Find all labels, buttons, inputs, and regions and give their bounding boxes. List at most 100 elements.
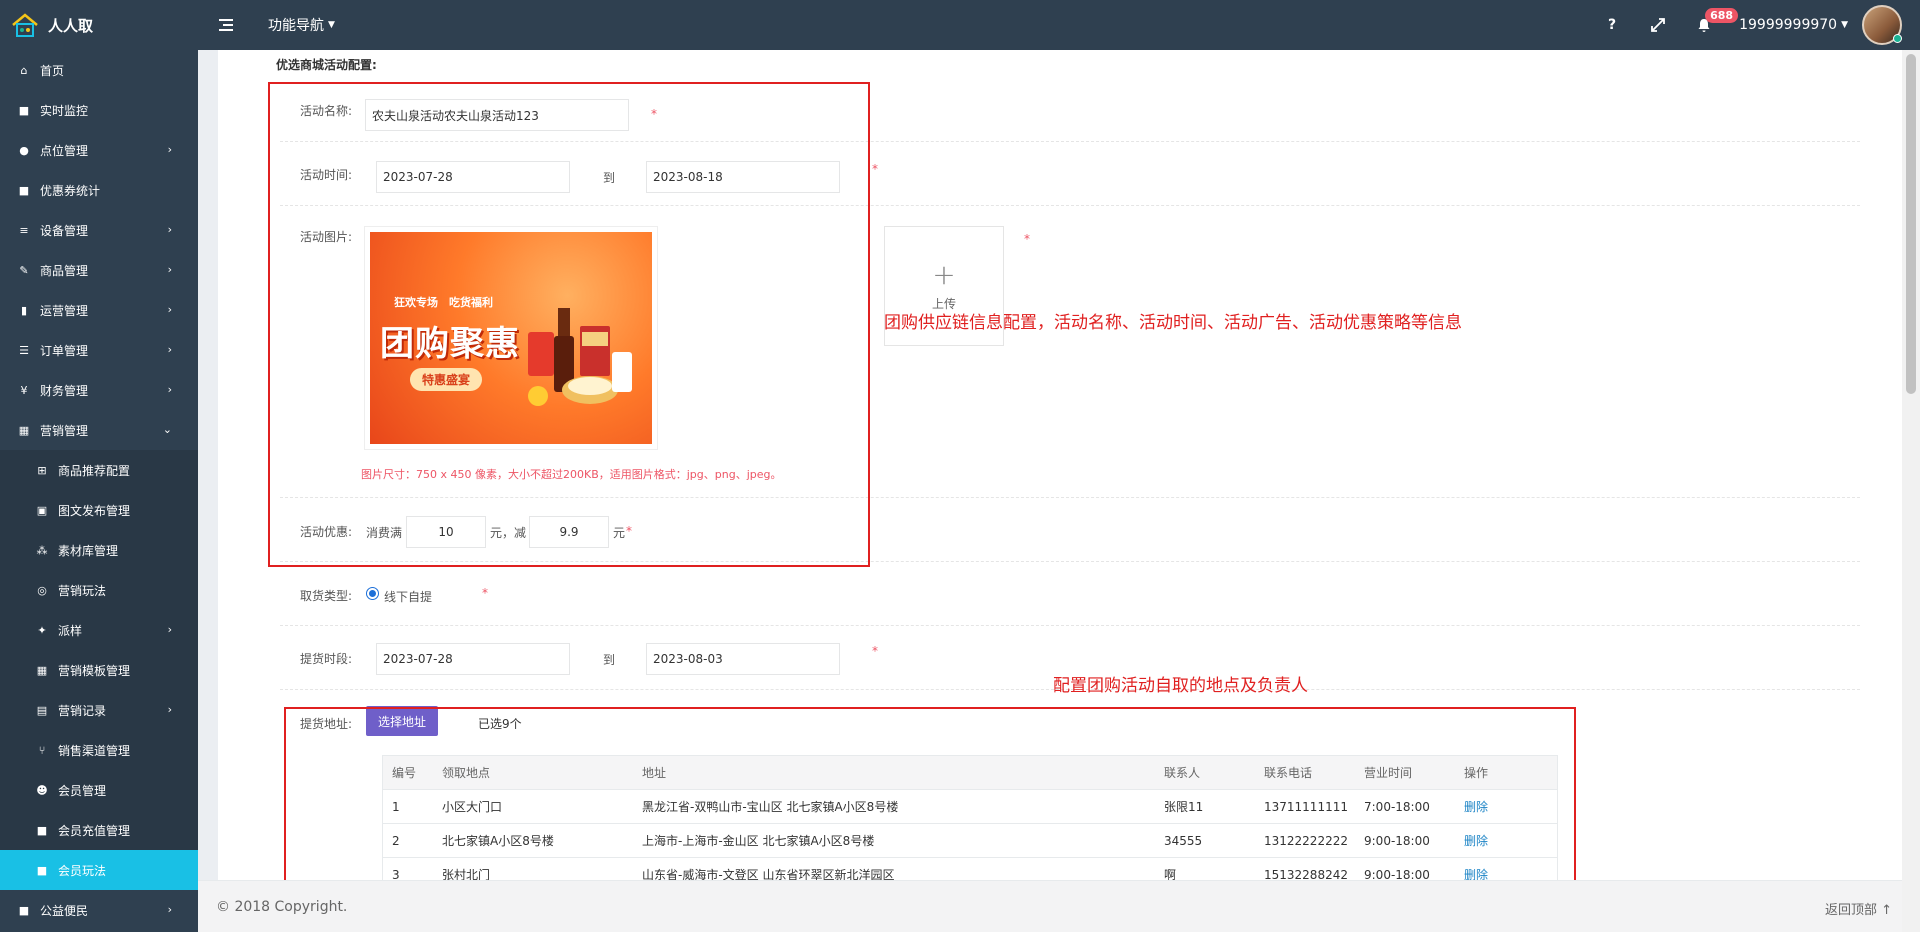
edit-icon: ✎ xyxy=(19,263,29,277)
sidebar-item[interactable]: ● 点位管理 › xyxy=(0,130,198,170)
back-to-top-link[interactable]: 返回顶部 ↑ xyxy=(1825,899,1892,918)
sidebar-item-label: 首页 xyxy=(40,63,65,78)
list-icon: ☰ xyxy=(19,343,29,357)
required-mark: * xyxy=(1024,232,1030,246)
footer: © 2018 Copyright. 返回顶部 ↑ xyxy=(198,880,1902,932)
main-content: 优选商城活动配置: 活动名称: 农夫山泉活动农夫山泉活动123 * 活动时间: … xyxy=(198,50,1902,880)
annotation-box-pickup-address xyxy=(284,707,1576,880)
share-icon: ⑂ xyxy=(38,743,46,757)
sidebar-item-label: 商品推荐配置 xyxy=(58,463,131,478)
square-icon: ■ xyxy=(36,823,48,837)
sidebar-item[interactable]: ⌂ 首页 xyxy=(0,50,198,90)
pickup-type-label: 取货类型: xyxy=(300,589,353,603)
sidebar-item-label: 营销管理 xyxy=(40,423,89,438)
sidebar-item-label: 营销玩法 xyxy=(58,583,107,598)
sidebar-item[interactable]: ⁂ 素材库管理 xyxy=(0,530,198,570)
table-icon: ▦ xyxy=(36,663,48,677)
image-icon: ▣ xyxy=(36,503,48,517)
gift-icon: ✦ xyxy=(37,623,47,637)
book-icon: ▤ xyxy=(36,703,48,717)
sidebar-item[interactable]: ✦ 派样 › xyxy=(0,610,198,650)
logo-icon xyxy=(12,13,38,37)
sidebar-item-label: 实时监控 xyxy=(40,103,89,118)
sidebar-item[interactable]: ▮ 运营管理 › xyxy=(0,290,198,330)
sidebar-item[interactable]: ✎ 商品管理 › xyxy=(0,250,198,290)
sidebar-item-label: 派样 xyxy=(58,623,83,638)
sidebar-item-label: 优惠券统计 xyxy=(40,183,101,198)
chevron-right-icon: › xyxy=(167,623,172,636)
cubes-icon: ⁂ xyxy=(36,543,48,557)
notification-bell-icon[interactable]: 688 xyxy=(1681,0,1739,50)
annotation-note-activity-info: 团购供应链信息配置，活动名称、活动时间、活动广告、活动优惠策略等信息 xyxy=(884,313,1462,333)
bookmark-icon: ▮ xyxy=(20,303,28,317)
sidebar-item[interactable]: ⑂ 销售渠道管理 xyxy=(0,730,198,770)
map-pin-icon: ● xyxy=(19,143,29,157)
notification-badge: 688 xyxy=(1705,8,1739,23)
chevron-right-icon: › xyxy=(167,263,172,276)
sidebar-item[interactable]: ≡ 设备管理 › xyxy=(0,210,198,250)
sidebar-item-label: 财务管理 xyxy=(40,383,89,398)
sidebar-item-label: 营销模板管理 xyxy=(58,663,131,678)
required-mark: * xyxy=(872,162,878,176)
avatar[interactable] xyxy=(1862,5,1902,45)
sidebar-item-label: 素材库管理 xyxy=(58,543,119,558)
sidebar-item-label: 商品管理 xyxy=(40,263,89,278)
chevron-right-icon: › xyxy=(167,703,172,716)
sidebar-item[interactable]: ☻ 会员管理 xyxy=(0,770,198,810)
sidebar-item[interactable]: ■ 会员玩法 xyxy=(0,850,198,890)
menu-toggle-icon[interactable] xyxy=(218,17,234,33)
sidebar-item[interactable]: ¥ 财务管理 › xyxy=(0,370,198,410)
sidebar: ⌂ 首页 ■ 实时监控 ● 点位管理 › ■ 优惠券统计 ≡ 设备管理 › ✎ 商品管理 › ▮ 运营管理 › ☰ 订… xyxy=(0,50,198,932)
sidebar-item-label: 图文发布管理 xyxy=(58,503,131,518)
annotation-box-activity-info xyxy=(268,82,870,567)
sidebar-item-label: 会员玩法 xyxy=(58,863,107,878)
user-menu[interactable]: 19999999970 ▼ xyxy=(1727,17,1862,33)
fullscreen-icon[interactable] xyxy=(1635,0,1681,50)
help-icon[interactable]: ? xyxy=(1589,0,1635,50)
page-scrollbar[interactable] xyxy=(1902,50,1920,932)
scrollbar-thumb[interactable] xyxy=(1906,54,1916,394)
sidebar-item-label: 订单管理 xyxy=(40,343,89,358)
sidebar-item[interactable]: ▦ 营销模板管理 xyxy=(0,650,198,690)
pickup-type-radio[interactable] xyxy=(366,587,379,600)
section-title: 优选商城活动配置: xyxy=(276,58,377,72)
copyright: © 2018 Copyright. xyxy=(216,899,348,915)
square-icon: ■ xyxy=(18,903,30,917)
sidebar-item[interactable]: ◎ 营销玩法 xyxy=(0,570,198,610)
caret-down-icon: ▼ xyxy=(1841,20,1848,30)
sidebar-item[interactable]: ☰ 订单管理 › xyxy=(0,330,198,370)
yen-icon: ¥ xyxy=(20,383,28,397)
pickup-type-value: 线下自提 xyxy=(384,590,433,604)
sidebar-item-label: 会员管理 xyxy=(58,783,107,798)
function-nav-dropdown[interactable]: 功能导航 ▼ xyxy=(268,0,335,50)
sort-icon: ≡ xyxy=(19,223,29,237)
pickup-type-row: 取货类型: xyxy=(280,562,1860,626)
sidebar-submenu-marketing: ⊞ 商品推荐配置 ▣ 图文发布管理 ⁂ 素材库管理 ◎ 营销玩法 ✦ 派样 › ▦ 营销模板管理 ▤ 营销记… xyxy=(0,450,198,890)
sidebar-item-label: 会员充值管理 xyxy=(58,823,131,838)
sidebar-item[interactable]: ▣ 图文发布管理 xyxy=(0,490,198,530)
sidebar-item-label: 公益便民 xyxy=(40,903,89,918)
pickup-end-date-input[interactable]: 2023-08-03 xyxy=(646,643,840,675)
brand[interactable]: 人人取 xyxy=(10,0,93,50)
sidebar-item[interactable]: ■ 公益便民 › xyxy=(0,890,198,930)
gamepad-icon: ◎ xyxy=(37,583,47,597)
online-status-dot xyxy=(1893,34,1902,43)
pickup-start-date-input[interactable]: 2023-07-28 xyxy=(376,643,570,675)
sidebar-item[interactable]: ⊞ 商品推荐配置 xyxy=(0,450,198,490)
chevron-down-icon: ⌄ xyxy=(162,423,172,436)
chevron-right-icon: › xyxy=(167,343,172,356)
sidebar-item-label: 销售渠道管理 xyxy=(58,743,131,758)
sidebar-item[interactable]: ■ 优惠券统计 xyxy=(0,170,198,210)
chevron-right-icon: › xyxy=(167,383,172,396)
square-icon: ■ xyxy=(36,863,48,877)
sidebar-item[interactable]: ▦ 营销管理 ⌄ xyxy=(0,410,198,450)
chevron-right-icon: › xyxy=(167,223,172,236)
required-mark: * xyxy=(872,644,878,658)
top-navbar: 人人取 功能导航 ▼ ? 688 19999999970 ▼ xyxy=(0,0,1920,50)
sidebar-item[interactable]: ■ 会员充值管理 xyxy=(0,810,198,850)
sidebar-item[interactable]: ▤ 营销记录 › xyxy=(0,690,198,730)
sidebar-item[interactable]: ■ 实时监控 xyxy=(0,90,198,130)
square-icon: ■ xyxy=(18,183,30,197)
username: 19999999970 xyxy=(1739,17,1838,33)
video-icon: ■ xyxy=(18,103,30,117)
